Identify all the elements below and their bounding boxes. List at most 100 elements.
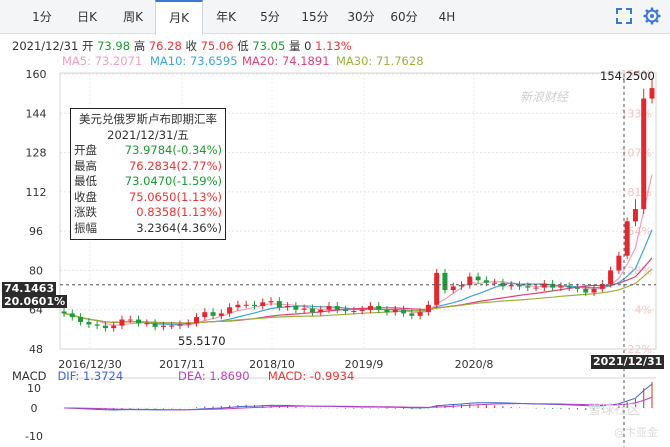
candle-body	[525, 286, 531, 288]
candle-body	[351, 310, 357, 312]
candle-body	[326, 306, 332, 310]
candle-body	[144, 323, 150, 325]
candle-body	[475, 276, 481, 281]
candle-body	[293, 306, 299, 310]
candle-body	[251, 304, 257, 307]
candle-body	[591, 288, 597, 293]
candle-body	[442, 272, 448, 291]
candle-body	[624, 221, 630, 256]
y-tick-label: 48	[29, 343, 43, 356]
tooltip-title: 美元兑俄罗斯卢布即期汇率	[79, 112, 217, 126]
candle-body	[359, 309, 365, 311]
max-price-label: 154.2500	[600, 69, 655, 83]
y-tick-pct-label: 28%	[628, 264, 652, 277]
bottom-watermark-2: @卞亚金	[614, 426, 658, 439]
macd-header: MACD DIF: 1.3724 DEA: 1.8690 MACD: -0.99…	[12, 369, 354, 383]
candle-body	[409, 313, 415, 316]
candle-body	[102, 325, 108, 329]
candle-body	[243, 304, 249, 306]
macd-axis-label: 0	[31, 402, 38, 415]
candle-body	[450, 286, 456, 291]
tooltip-row-open: 开盘 73.9784(-0.34%)	[74, 143, 222, 157]
candle-body	[285, 306, 291, 308]
candle-body	[641, 98, 647, 210]
macd-dea: DEA: 1.8690	[178, 369, 250, 383]
y-tick-pct-label: 107%	[621, 147, 652, 160]
candle-body	[169, 325, 175, 327]
candle-body	[218, 313, 224, 316]
y-tick-label: 144	[26, 107, 47, 120]
candle-body	[483, 280, 489, 283]
candle-body	[608, 270, 614, 284]
candle-body	[94, 324, 100, 326]
candle-body	[268, 301, 274, 303]
candle-body	[376, 306, 382, 310]
candle-body	[616, 255, 622, 271]
candle-body	[434, 272, 440, 305]
y-tick-label: 128	[26, 147, 47, 160]
candle-body	[276, 301, 282, 308]
tooltip-date: 2021/12/31/五	[107, 128, 189, 142]
candle-body	[301, 308, 307, 310]
y-tick-label: 160	[26, 68, 47, 81]
candle-body	[632, 209, 638, 222]
tooltip-row-change: 涨跌 0.8358(1.13%)	[74, 205, 222, 219]
tooltip-row-close: 收盘 75.0650(1.13%)	[74, 189, 222, 204]
crosshair-price-tag: 74.1463	[2, 282, 57, 295]
candle-body	[583, 288, 589, 293]
tooltip-row-low: 最低 73.0470(-1.59%)	[74, 174, 222, 188]
candle-body	[86, 321, 92, 325]
candle-body	[78, 317, 84, 322]
candle-body	[492, 282, 498, 284]
candle-body	[574, 287, 580, 289]
tooltip-row-high: 最高 76.2834(2.77%)	[74, 158, 222, 173]
candle-body	[334, 306, 340, 310]
candle-body	[459, 285, 465, 287]
y-tick-label: 112	[26, 186, 47, 199]
candle-body	[235, 304, 241, 308]
macd-dif: DIF: 1.3724	[57, 369, 124, 383]
candle-body	[318, 309, 324, 313]
y-tick-pct-label: 4%	[635, 304, 652, 317]
candle-body	[467, 276, 473, 286]
candle-body	[136, 319, 142, 324]
candle-body	[202, 312, 208, 318]
x-tick-label: 2020/8	[455, 358, 494, 371]
candle-body	[119, 319, 125, 326]
crosshair-date-tag: 2021/12/31	[591, 355, 665, 369]
ma30-line	[63, 268, 653, 324]
candle-body	[177, 324, 183, 326]
candle-body	[227, 307, 233, 314]
candle-body	[185, 323, 191, 325]
candle-body	[558, 286, 564, 288]
candle-body	[417, 312, 423, 316]
candle-body	[260, 302, 266, 307]
tooltip-row-amplitude: 振幅 3.2364(4.36%)	[74, 220, 222, 235]
candle-body	[343, 309, 349, 311]
crosshair-pct-tag: 20.0601%	[2, 295, 68, 308]
candle-body	[194, 317, 200, 324]
sina-watermark: 新浪财经	[520, 90, 569, 104]
macd-title: MACD	[12, 369, 47, 383]
macd-axis-label: 10	[27, 382, 41, 395]
min-price-label: 55.5170	[178, 334, 226, 348]
candle-body	[152, 323, 158, 327]
candle-body	[69, 313, 75, 318]
candle-body	[425, 304, 431, 313]
candle-body	[566, 286, 572, 288]
candle-body	[508, 285, 514, 287]
candle-body	[210, 312, 216, 316]
y-tick-label: 80	[29, 264, 43, 277]
candle-body	[127, 319, 133, 321]
y-tick-label: 96	[29, 225, 43, 238]
macd-axis-label: -10	[25, 430, 43, 443]
candle-body	[392, 309, 398, 313]
candle-body	[533, 287, 539, 289]
candle-body	[367, 306, 373, 310]
bottom-watermark-1: 雪球社区	[588, 403, 641, 418]
candle-body	[384, 309, 390, 313]
candle-body	[516, 285, 522, 287]
candle-body	[160, 325, 166, 327]
candle-tooltip: 美元兑俄罗斯卢布即期汇率 2021/12/31/五 开盘 73.9784(-0.3…	[70, 108, 226, 240]
macd-value: MACD: -0.9934	[267, 369, 355, 383]
